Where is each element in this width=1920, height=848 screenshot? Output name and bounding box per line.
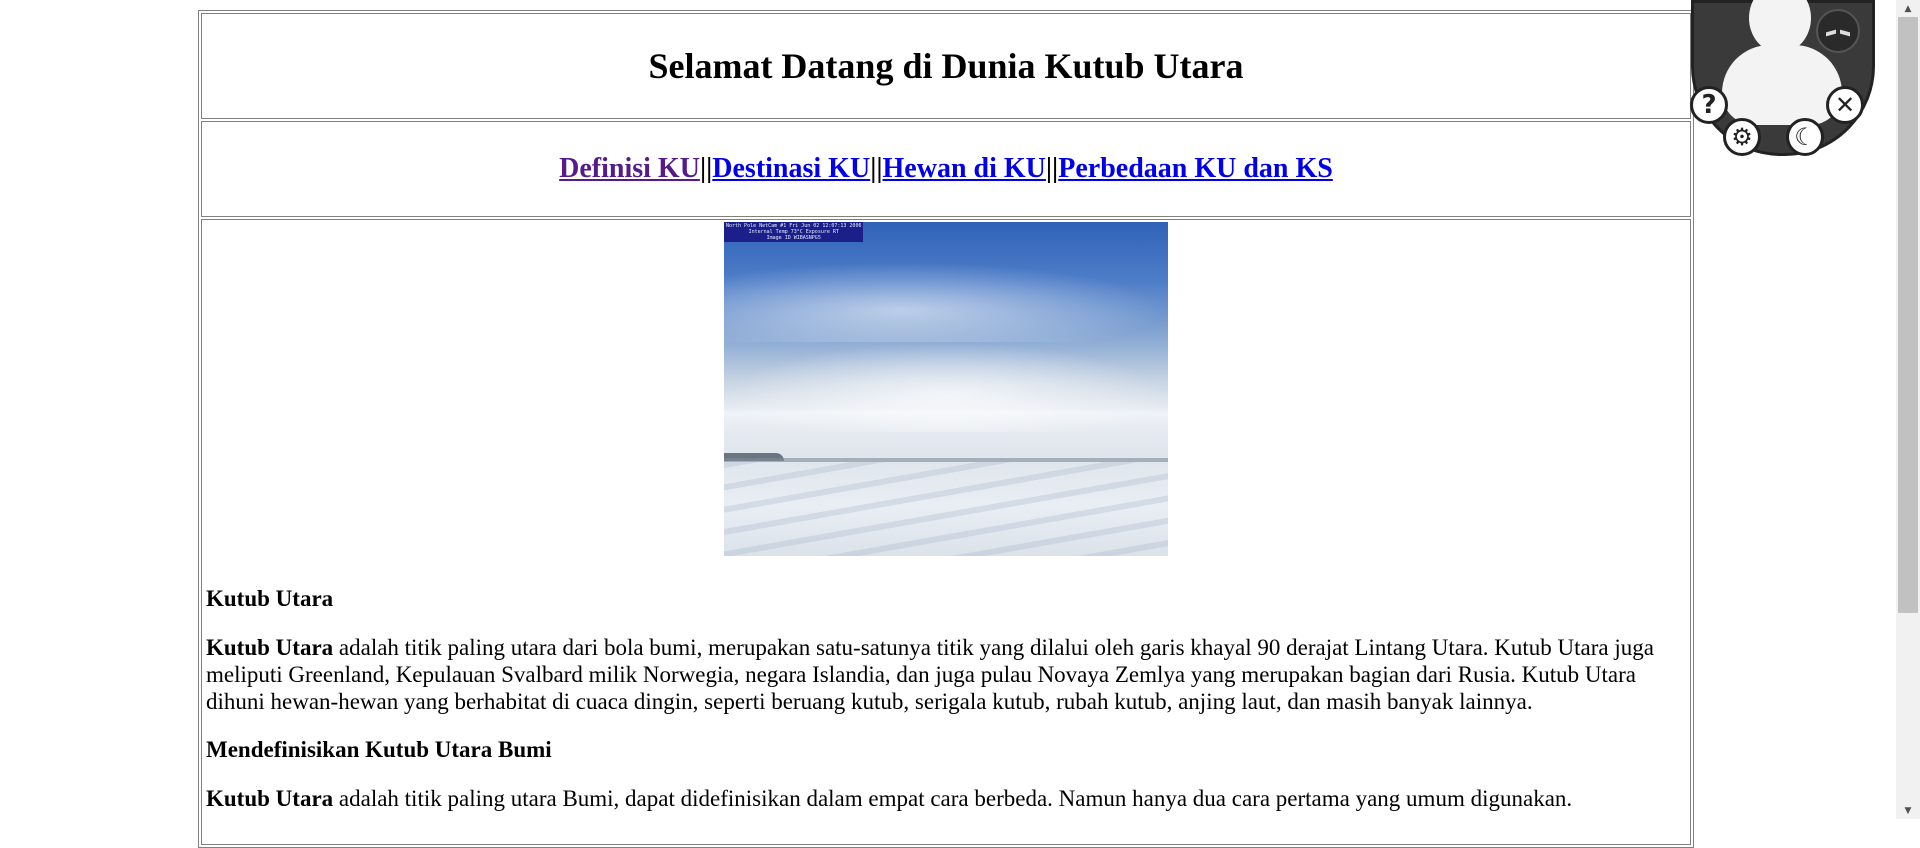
- intro-text: adalah titik paling utara dari bola bumi…: [206, 635, 1654, 714]
- intro-paragraph: Kutub Utara adalah titik paling utara da…: [206, 634, 1686, 715]
- content-cell: North Pole NetCam #1 Fri Jun 02 12:07:13…: [201, 219, 1691, 845]
- gear-icon[interactable]: ⚙: [1723, 118, 1761, 156]
- photo-ice-field: [724, 462, 1168, 556]
- page-title: Selamat Datang di Dunia Kutub Utara: [648, 46, 1244, 86]
- image-container: North Pole NetCam #1 Fri Jun 02 12:07:13…: [206, 222, 1686, 556]
- nav-bar: Definisi KU||Destinasi KU||Hewan di KU||…: [201, 121, 1691, 217]
- photo-camera-stamp: North Pole NetCam #1 Fri Jun 02 12:07:13…: [724, 222, 864, 242]
- nav-link-perbedaan[interactable]: Perbedaan KU dan KS: [1058, 153, 1333, 184]
- north-pole-photo: North Pole NetCam #1 Fri Jun 02 12:07:13…: [724, 222, 1168, 556]
- intro-bold-term: Kutub Utara: [206, 635, 334, 660]
- definition-bold-term: Kutub Utara: [206, 786, 334, 811]
- mask-eye: [1840, 29, 1850, 37]
- nav-link-hewan[interactable]: Hewan di KU: [883, 153, 1046, 184]
- subsection-heading: Mendefinisikan Kutub Utara Bumi: [206, 737, 552, 762]
- moon-icon[interactable]: ☾: [1786, 118, 1824, 156]
- nav-link-destinasi[interactable]: Destinasi KU: [712, 153, 870, 184]
- scroll-up-arrow-icon[interactable]: ▲: [1896, 0, 1920, 17]
- title-cell: Selamat Datang di Dunia Kutub Utara: [201, 13, 1691, 119]
- mask-eye: [1826, 29, 1836, 37]
- close-icon[interactable]: ✕: [1826, 86, 1864, 124]
- nav-link-definisi[interactable]: Definisi KU: [559, 153, 700, 184]
- extension-widget: ? ✕ ⚙ ☾: [1686, 0, 1875, 160]
- help-icon[interactable]: ?: [1690, 86, 1728, 124]
- section-heading: Kutub Utara: [206, 586, 334, 611]
- avatar-body: [1722, 45, 1842, 125]
- definition-paragraph: Kutub Utara adalah titik paling utara Bu…: [206, 785, 1686, 812]
- photo-cloud: [724, 342, 1168, 432]
- photo-cloud: [724, 262, 1168, 342]
- nav-separator: ||: [1045, 153, 1059, 184]
- scrollbar-thumb[interactable]: [1898, 17, 1918, 613]
- page-layout-table: Selamat Datang di Dunia Kutub Utara Defi…: [198, 10, 1694, 848]
- nav-separator: ||: [870, 153, 883, 184]
- shield-logo-icon: [1691, 0, 1875, 156]
- scroll-down-arrow-icon[interactable]: ▼: [1896, 802, 1920, 819]
- nav-separator: ||: [699, 153, 713, 184]
- definition-text: adalah titik paling utara Bumi, dapat di…: [333, 786, 1573, 811]
- mask-icon: [1816, 9, 1860, 53]
